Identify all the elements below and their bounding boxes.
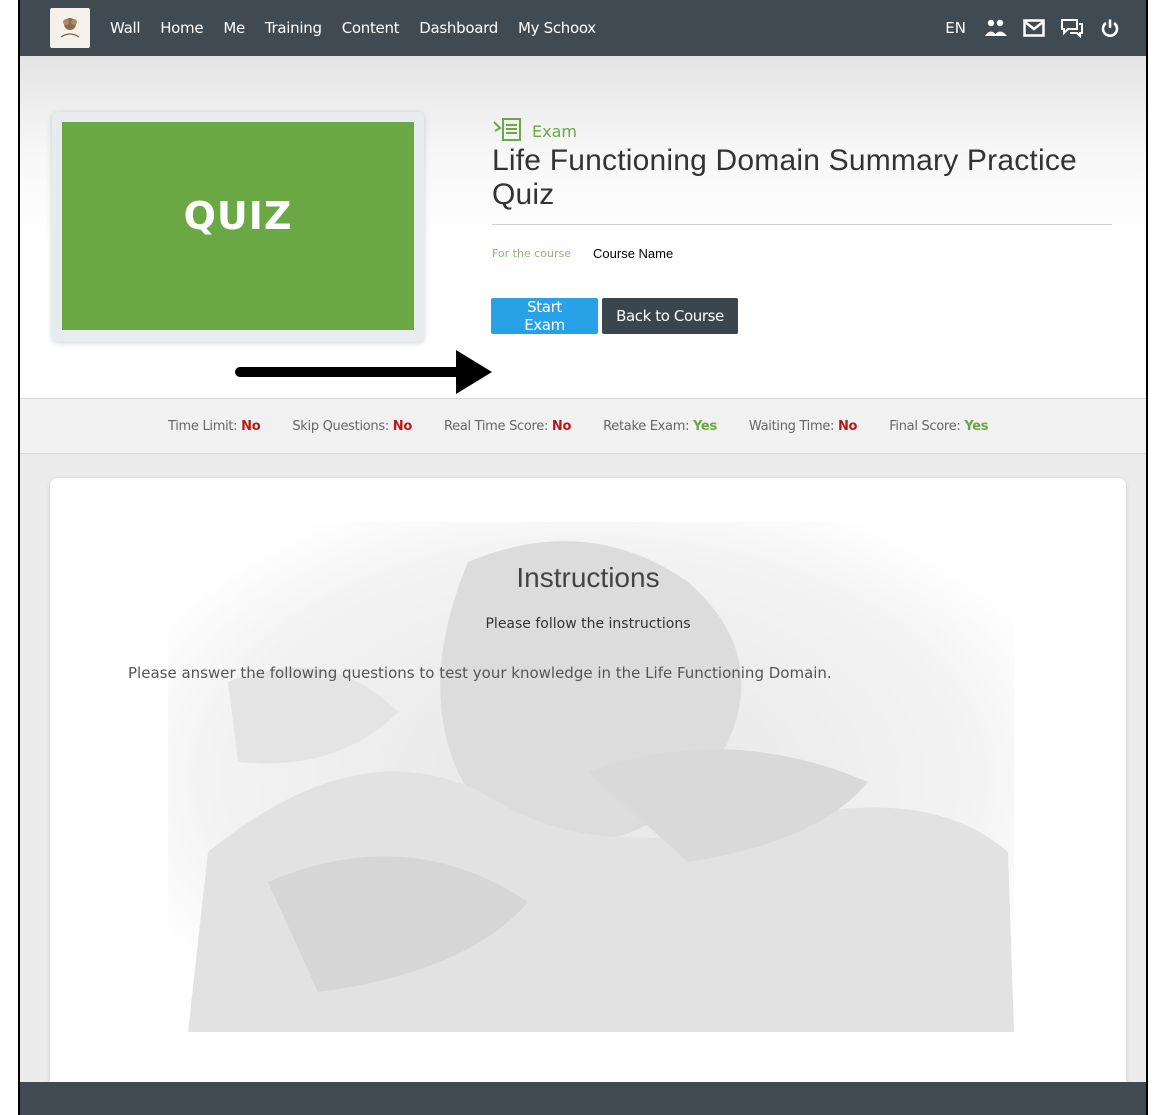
student-background-image: [168, 522, 1014, 1032]
people-icon[interactable]: [984, 16, 1008, 40]
setting-retake-exam: Retake Exam: Yes: [603, 418, 717, 434]
exam-settings-bar: Time Limit: No Skip Questions: No Real T…: [20, 398, 1146, 454]
instructions-title: Instructions: [516, 562, 660, 593]
thumbnail-text: QUIZ: [183, 194, 293, 238]
setting-real-time-score: Real Time Score: No: [443, 418, 572, 434]
title-divider: [492, 224, 1112, 225]
course-row: For the course Course Name: [492, 246, 673, 261]
course-name[interactable]: Course Name: [593, 246, 673, 261]
exam-header: QUIZ Exam Life Functioning Domain Summar…: [20, 56, 1146, 398]
nav-dashboard[interactable]: Dashboard: [419, 19, 498, 37]
setting-final-score: Final Score: Yes: [889, 418, 989, 434]
exam-type-row: Exam: [492, 116, 577, 146]
language-switcher[interactable]: EN: [945, 19, 966, 37]
exam-icon: [492, 116, 524, 146]
start-exam-button[interactable]: Start Exam: [491, 298, 598, 334]
instructions-body: Please answer the following questions to…: [128, 664, 832, 682]
nav-content[interactable]: Content: [342, 19, 400, 37]
nav-right: EN: [945, 0, 1122, 56]
annotation-arrow: [235, 350, 492, 394]
course-label: For the course: [492, 247, 572, 260]
nav-home[interactable]: Home: [160, 19, 203, 37]
setting-value: No: [241, 418, 261, 434]
mail-icon[interactable]: [1022, 16, 1046, 40]
nav-links: Wall Home Me Training Content Dashboard …: [110, 19, 616, 37]
chat-icon[interactable]: [1060, 16, 1084, 40]
setting-time-limit: Time Limit: No: [168, 418, 261, 434]
nav-my-schoox[interactable]: My Schoox: [518, 19, 596, 37]
exam-title: Life Functioning Domain Summary Practice…: [492, 144, 1077, 211]
nav-wall[interactable]: Wall: [110, 19, 141, 37]
setting-value: No: [837, 418, 858, 434]
top-navbar: Wall Home Me Training Content Dashboard …: [20, 0, 1146, 56]
setting-value: Yes: [693, 418, 717, 434]
setting-value: No: [392, 418, 413, 434]
instructions-card: Instructions Please follow the instructi…: [50, 478, 1126, 1115]
exam-thumbnail-card: QUIZ: [52, 112, 424, 342]
setting-value: Yes: [964, 418, 989, 434]
instructions-subtitle: Please follow the instructions: [485, 616, 691, 632]
nav-me[interactable]: Me: [223, 19, 245, 37]
nav-training[interactable]: Training: [265, 19, 322, 37]
setting-skip-questions: Skip Questions: No: [292, 418, 413, 434]
back-to-course-button[interactable]: Back to Course: [602, 298, 738, 334]
app-frame: Wall Home Me Training Content Dashboard …: [18, 0, 1148, 1115]
power-icon[interactable]: [1098, 16, 1122, 40]
exam-thumbnail: QUIZ: [62, 122, 414, 330]
setting-waiting-time: Waiting Time: No: [748, 418, 858, 434]
app-logo[interactable]: [50, 8, 90, 48]
exam-type-label: Exam: [532, 121, 577, 141]
footer-bar: [20, 1082, 1146, 1115]
setting-value: No: [551, 418, 572, 434]
